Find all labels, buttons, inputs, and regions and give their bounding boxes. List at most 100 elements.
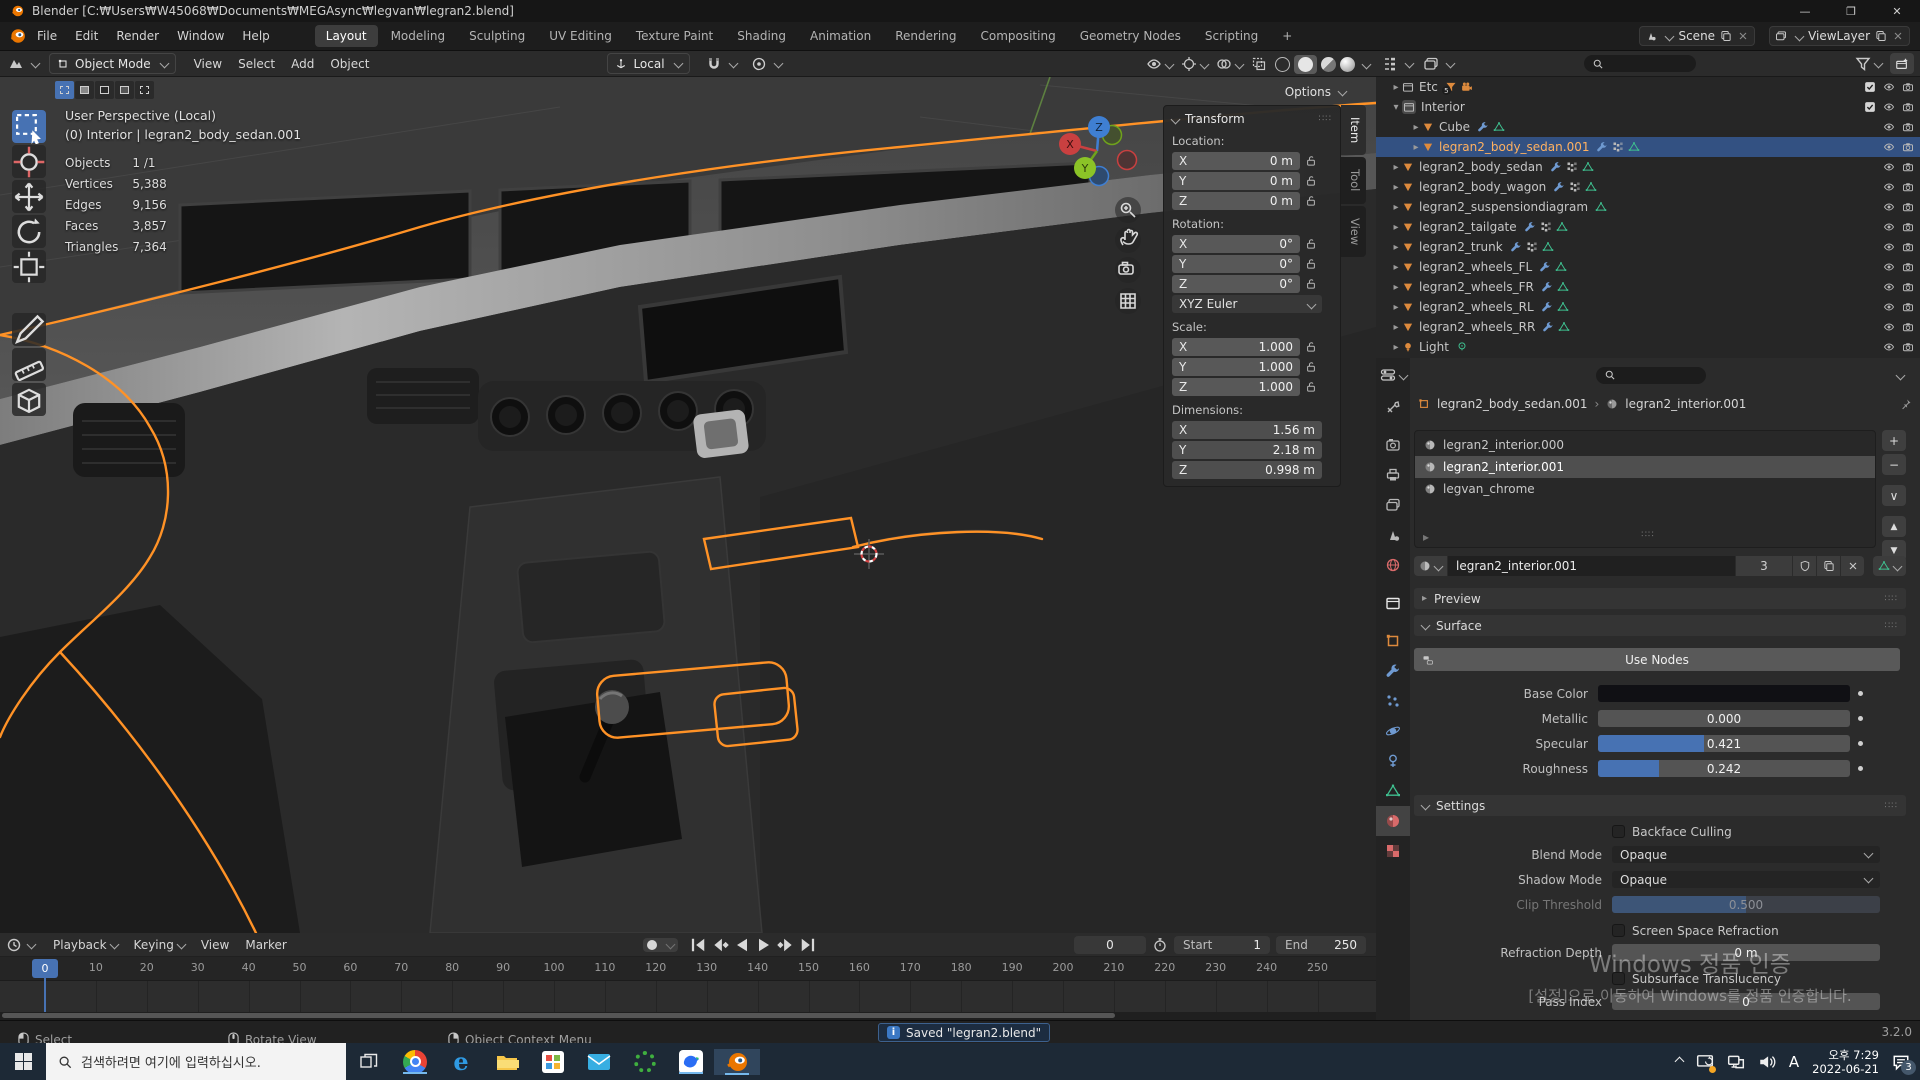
viewport-menu-view[interactable]: View [186, 54, 230, 74]
material-users-count[interactable]: 3 [1736, 556, 1792, 576]
disable-render-icon[interactable] [1902, 181, 1914, 193]
close-button[interactable]: ✕ [1874, 0, 1920, 22]
expand-arrow-icon[interactable]: ▸ [1390, 302, 1402, 313]
material-slot[interactable]: legran2_interior.000 [1415, 434, 1875, 456]
select-mode-new[interactable] [55, 81, 74, 99]
menu-help[interactable]: Help [233, 26, 278, 46]
tab--[interactable]: + [1271, 25, 1303, 47]
hide-viewport-icon[interactable] [1883, 121, 1895, 133]
outliner-item[interactable]: ▸Cube [1376, 117, 1920, 137]
hidden-icons-chevron[interactable] [1674, 1057, 1684, 1067]
sidebar-tab-tool[interactable]: Tool [1341, 157, 1366, 203]
timeline-menu-keying[interactable]: Keying [126, 935, 193, 955]
hide-viewport-icon[interactable] [1883, 341, 1895, 353]
transform-orientation[interactable]: Local [607, 53, 689, 74]
transform-field[interactable]: Y0° [1172, 255, 1300, 273]
properties-tab-physics[interactable] [1376, 716, 1410, 746]
expand-arrow-icon[interactable]: ▾ [1390, 102, 1402, 113]
lock-icon[interactable] [1305, 361, 1317, 373]
outliner-item[interactable]: ▸legran2_body_sedan.001 [1376, 137, 1920, 157]
play-button[interactable] [754, 935, 774, 954]
minimize-button[interactable]: — [1782, 0, 1828, 22]
tab-texture-paint[interactable]: Texture Paint [625, 25, 724, 47]
lock-icon[interactable] [1305, 381, 1317, 393]
lock-icon[interactable] [1305, 238, 1317, 250]
transform-field[interactable]: Z0° [1172, 275, 1300, 293]
disable-render-icon[interactable] [1902, 241, 1914, 253]
menu-window[interactable]: Window [168, 26, 233, 46]
tab-animation[interactable]: Animation [799, 25, 882, 47]
maximize-button[interactable]: ❐ [1828, 0, 1874, 22]
expand-arrow-icon[interactable]: ▸ [1390, 202, 1402, 213]
shading-rendered-icon[interactable] [1340, 57, 1355, 72]
disable-render-icon[interactable] [1902, 321, 1914, 333]
outliner-editor-icon[interactable] [1382, 56, 1398, 72]
animate-dot[interactable] [1858, 766, 1863, 771]
tab-modeling[interactable]: Modeling [380, 25, 457, 47]
properties-tab-modifiers[interactable] [1376, 656, 1410, 686]
expand-arrow-icon[interactable]: ▸ [1390, 342, 1402, 353]
select-mode-subtract[interactable] [95, 81, 114, 99]
disable-render-icon[interactable] [1902, 121, 1914, 133]
timeline-tracks[interactable] [0, 981, 1376, 1012]
use-nodes-button[interactable]: Use Nodes [1414, 648, 1900, 671]
shading-solid-icon[interactable] [1294, 55, 1317, 74]
disable-render-icon[interactable] [1902, 341, 1914, 353]
taskbar-app-blender[interactable] [714, 1049, 760, 1075]
lock-icon[interactable] [1305, 155, 1317, 167]
transform-field[interactable]: Y0 m [1172, 172, 1300, 190]
close-icon[interactable] [1892, 30, 1904, 42]
select-box-tool[interactable] [12, 110, 46, 143]
new-collection-button[interactable] [1890, 53, 1914, 74]
stopwatch-icon[interactable] [1152, 937, 1168, 953]
expand-arrow-icon[interactable]: ▸ [1390, 322, 1402, 333]
lock-icon[interactable] [1305, 175, 1317, 187]
settings-section-header[interactable]: Settings∷∷ [1414, 795, 1906, 816]
move-slot-up-button[interactable]: ▲ [1882, 516, 1906, 537]
field-clip-threshold[interactable]: 0.500 [1612, 896, 1880, 913]
properties-tab-data[interactable] [1376, 776, 1410, 806]
taskbar-search-input[interactable]: 검색하려면 여기에 입력하십시오. [46, 1043, 346, 1080]
timeline-menu-playback[interactable]: Playback [45, 935, 126, 955]
panel-grip[interactable]: ∷∷ [1319, 114, 1332, 124]
sidebar-tab-view[interactable]: View [1341, 206, 1366, 257]
viewlayer-selector[interactable]: ViewLayer [1769, 26, 1910, 46]
outliner-item[interactable]: ▸legran2_wheels_RR [1376, 317, 1920, 337]
rotation-mode-dropdown[interactable]: XYZ Euler [1172, 295, 1322, 313]
properties-tab-tool[interactable] [1376, 392, 1410, 422]
outliner-item[interactable]: ▾Interior [1376, 97, 1920, 117]
expand-arrow-icon[interactable]: ▸ [1390, 282, 1402, 293]
pin-icon[interactable] [1900, 398, 1912, 410]
shading-wireframe-icon[interactable] [1275, 57, 1290, 72]
frame-start-field[interactable]: Start1 [1174, 936, 1270, 954]
properties-search-input[interactable] [1596, 367, 1706, 384]
select-mode-invert[interactable] [115, 81, 134, 99]
lock-icon[interactable] [1305, 278, 1317, 290]
transform-field[interactable]: Z0.998 m [1172, 461, 1322, 479]
collection-checkbox[interactable] [1864, 101, 1876, 113]
properties-tab-texture[interactable] [1376, 836, 1410, 866]
hide-viewport-icon[interactable] [1883, 241, 1895, 253]
material-specials-menu[interactable]: ∨ [1882, 485, 1906, 506]
properties-tab-output[interactable] [1376, 460, 1410, 490]
taskbar-app-mail[interactable] [576, 1051, 622, 1073]
outliner-search-input[interactable] [1584, 55, 1696, 72]
disable-render-icon[interactable] [1902, 201, 1914, 213]
material-name-field[interactable]: legran2_interior.001 [1448, 556, 1735, 576]
viewport-menu-object[interactable]: Object [322, 54, 377, 74]
select-mode-intersect[interactable] [135, 81, 154, 99]
hide-viewport-icon[interactable] [1883, 301, 1895, 313]
next-keyframe-button[interactable] [776, 935, 796, 954]
properties-tab-object[interactable] [1376, 626, 1410, 656]
transform-field[interactable]: X0 m [1172, 152, 1300, 170]
frame-end-field[interactable]: End250 [1276, 936, 1366, 954]
remote-display-icon[interactable] [1696, 1053, 1714, 1071]
tab-scripting[interactable]: Scripting [1194, 25, 1269, 47]
transform-field[interactable]: Z0 m [1172, 192, 1300, 210]
mode-selector[interactable]: Object Mode [49, 53, 176, 74]
list-expand-arrow[interactable]: ▸ [1423, 530, 1429, 544]
hide-viewport-icon[interactable] [1883, 281, 1895, 293]
animate-dot[interactable] [1858, 716, 1863, 721]
add-material-slot-button[interactable]: + [1882, 430, 1906, 451]
outliner-item[interactable]: ▸legran2_wheels_FR [1376, 277, 1920, 297]
